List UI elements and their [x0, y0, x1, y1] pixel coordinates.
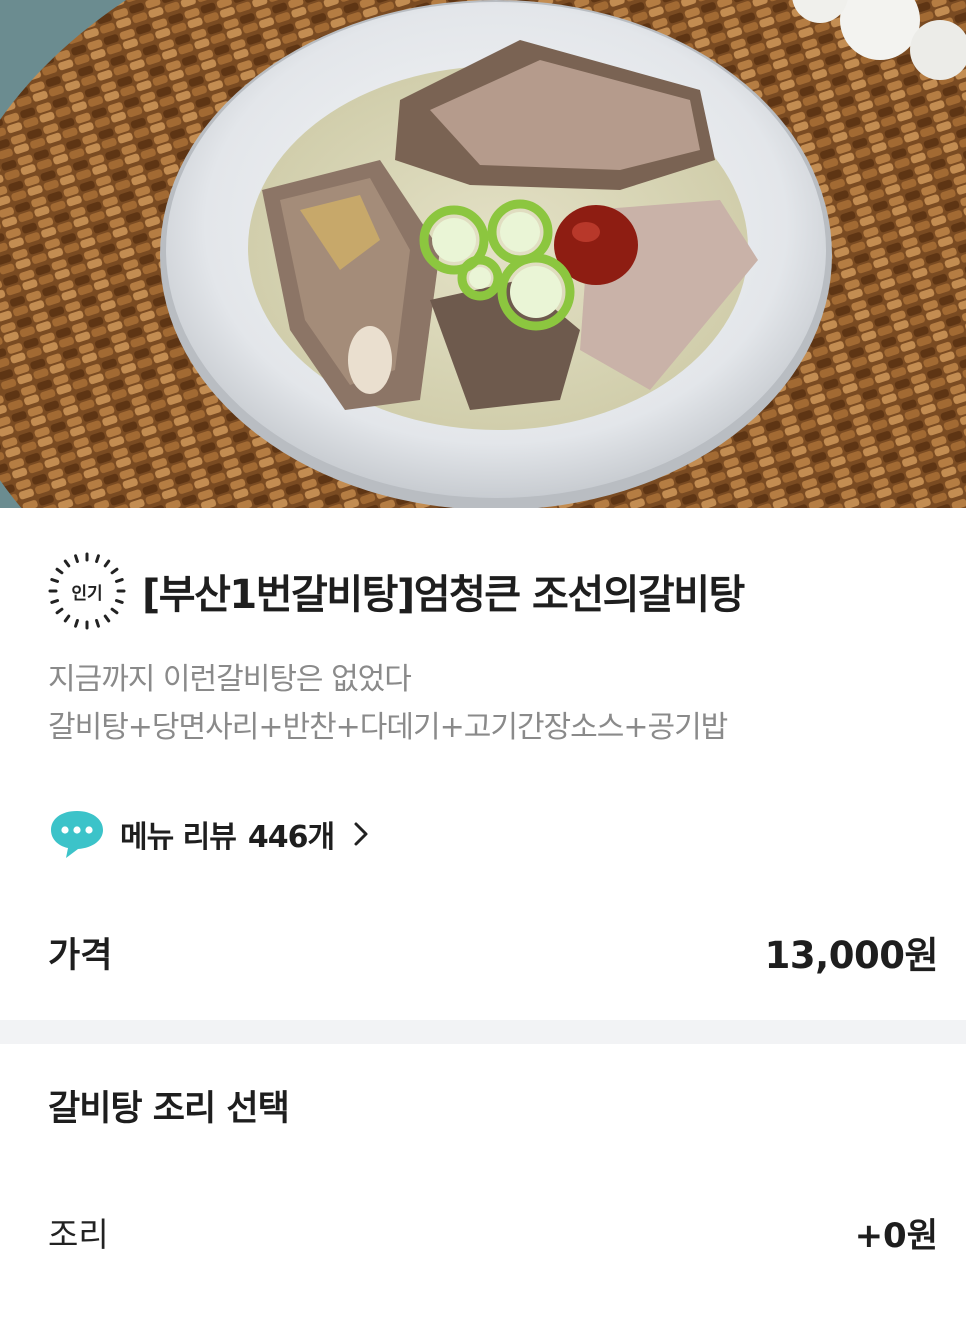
menu-title-row: 인기 [부산1번갈비탕]엄청큰 조선의갈비탕 — [48, 552, 745, 630]
price-value: 13,000원 — [764, 934, 939, 977]
menu-description-line: 갈비탕+당면사리+반찬+다데기+고기간장소스+공기밥 — [48, 710, 728, 745]
option-section-title: 갈비탕 조리 선택 — [48, 1089, 290, 1129]
option-item[interactable]: 조리 +0원 — [48, 1204, 938, 1260]
menu-review-link[interactable]: 메뉴 리뷰 446개 — [48, 808, 372, 860]
popular-badge: 인기 — [48, 552, 126, 630]
price-row: 가격 13,000원 — [48, 920, 939, 984]
menu-review-label: 메뉴 리뷰 — [120, 820, 237, 855]
menu-description: 지금까지 이런갈비탕은 없었다 갈비탕+당면사리+반찬+다데기+고기간장소스+공… — [48, 656, 728, 752]
option-item-label: 조리 — [48, 1215, 109, 1254]
menu-description-line: 지금까지 이런갈비탕은 없었다 — [48, 662, 412, 697]
menu-review-count: 446개 — [247, 820, 335, 855]
price-label: 가격 — [48, 935, 113, 976]
popular-badge-label: 인기 — [71, 583, 103, 604]
menu-photo — [0, 0, 966, 508]
chat-bubble-icon — [51, 811, 103, 858]
chevron-right-icon — [354, 822, 368, 846]
galbitang-photo-illustration — [0, 0, 966, 508]
section-divider — [0, 1020, 966, 1044]
option-item-price: +0원 — [854, 1215, 938, 1256]
menu-title: [부산1번갈비탕]엄청큰 조선의갈비탕 — [142, 572, 745, 618]
